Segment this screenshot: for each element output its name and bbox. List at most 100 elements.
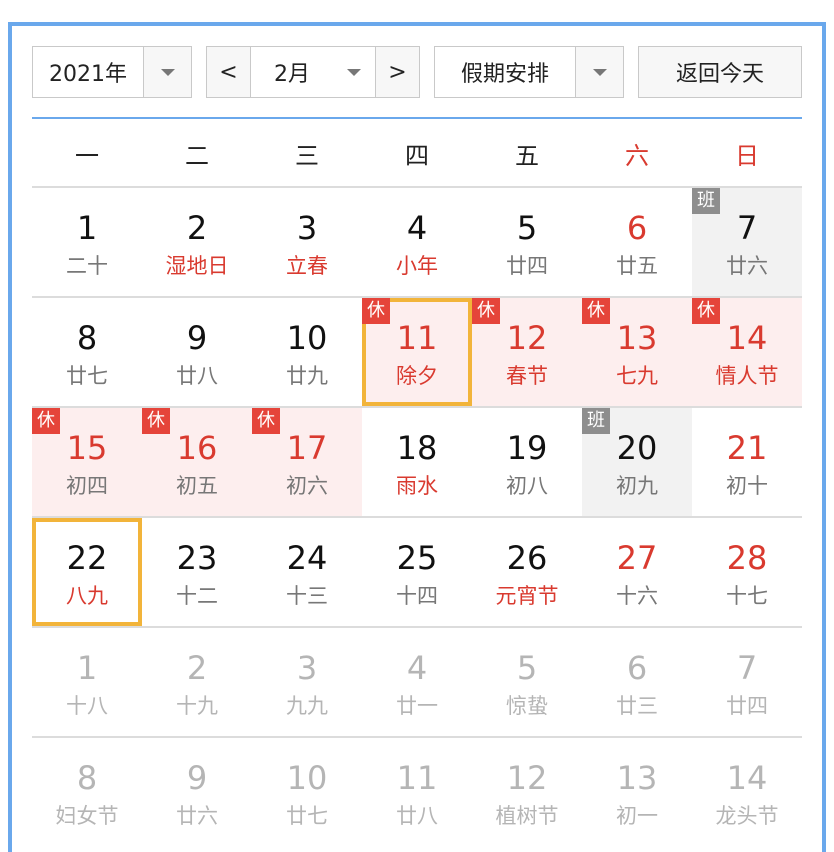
calendar-day-cell[interactable]: 11 廿八	[362, 738, 472, 846]
calendar-day-cell[interactable]: 休 14 情人节	[692, 298, 802, 406]
today-button[interactable]: 返回今天	[638, 46, 802, 98]
year-dropdown[interactable]	[143, 47, 191, 97]
calendar-day-cell[interactable]: 8 廿七	[32, 298, 142, 406]
year-value: 2021年	[49, 62, 127, 87]
lunar-label: 十四	[396, 584, 438, 608]
calendar-day-cell[interactable]: 14 龙头节	[692, 738, 802, 846]
lunar-label: 初九	[616, 474, 658, 498]
day-number: 4	[406, 209, 428, 247]
calendar-day-cell[interactable]: 10 廿七	[252, 738, 362, 846]
calendar-day-cell[interactable]: 休 13 七九	[582, 298, 692, 406]
holiday-select[interactable]: 假期安排	[434, 46, 624, 98]
calendar-day-cell[interactable]: 2 十九	[142, 628, 252, 736]
weekday-mon: 一	[75, 141, 99, 170]
day-number: 12	[506, 759, 548, 797]
calendar-day-cell[interactable]: 10 廿九	[252, 298, 362, 406]
calendar-day-cell[interactable]: 3 立春	[252, 188, 362, 296]
calendar-day-cell[interactable]: 4 小年	[362, 188, 472, 296]
calendar-day-cell[interactable]: 班 7 廿六	[692, 188, 802, 296]
day-number: 26	[506, 539, 548, 577]
calendar-day-cell[interactable]: 19 初八	[472, 408, 582, 516]
prev-month-button[interactable]: <	[207, 47, 251, 97]
day-number: 13	[616, 759, 658, 797]
day-number: 10	[286, 759, 328, 797]
calendar-day-cell[interactable]: 班 20 初九	[582, 408, 692, 516]
calendar-day-cell[interactable]: 23 十二	[142, 518, 252, 626]
day-number: 4	[406, 649, 428, 687]
holiday-select-value: 假期安排	[460, 62, 549, 87]
lunar-label: 廿三	[616, 694, 658, 718]
calendar-day-cell[interactable]: 13 初一	[582, 738, 692, 846]
day-number: 5	[516, 209, 538, 247]
next-month-button[interactable]: >	[375, 47, 419, 97]
calendar-day-cell[interactable]: 26 元宵节	[472, 518, 582, 626]
weekday-thu: 四	[405, 141, 429, 170]
calendar-day-cell[interactable]: 休 16 初五	[142, 408, 252, 516]
day-number: 8	[76, 759, 98, 797]
calendar-day-cell[interactable]: 9 廿六	[142, 738, 252, 846]
calendar-day-cell[interactable]: 休 17 初六	[252, 408, 362, 516]
lunar-label: 初六	[286, 474, 328, 498]
calendar-week-row: 22 八九 23 十二 24 十三 25 十四 26 元宵节 27 十六 28 十七	[32, 516, 802, 626]
lunar-label: 廿一	[396, 694, 438, 718]
calendar-day-cell[interactable]: 7 廿四	[692, 628, 802, 736]
weekday-fri: 五	[515, 141, 539, 170]
lunar-label: 除夕	[396, 364, 438, 388]
weekday-wed: 三	[295, 141, 319, 170]
calendar-week-row: 1 十八 2 十九 3 九九 4 廿一 5 惊蛰 6 廿三 7 廿四	[32, 626, 802, 736]
calendar-day-cell[interactable]: 6 廿三	[582, 628, 692, 736]
holiday-dropdown[interactable]	[575, 47, 623, 97]
calendar-day-cell[interactable]: 8 妇女节	[32, 738, 142, 846]
calendar-day-cell[interactable]: 5 廿四	[472, 188, 582, 296]
calendar-day-cell[interactable]: 27 十六	[582, 518, 692, 626]
lunar-label: 廿五	[616, 254, 658, 278]
calendar-day-cell[interactable]: 1 二十	[32, 188, 142, 296]
lunar-label: 十九	[176, 694, 218, 718]
calendar-day-cell[interactable]: 4 廿一	[362, 628, 472, 736]
calendar-day-cell[interactable]: 22 八九	[32, 518, 142, 626]
day-number: 13	[616, 319, 658, 357]
day-number: 9	[186, 759, 208, 797]
calendar-day-cell[interactable]: 休 11 除夕	[362, 298, 472, 406]
lunar-label: 八九	[66, 584, 108, 608]
calendar-day-cell[interactable]: 2 湿地日	[142, 188, 252, 296]
calendar-day-cell[interactable]: 休 15 初四	[32, 408, 142, 516]
calendar-day-cell[interactable]: 9 廿八	[142, 298, 252, 406]
calendar-day-cell[interactable]: 6 廿五	[582, 188, 692, 296]
calendar-day-cell[interactable]: 21 初十	[692, 408, 802, 516]
calendar-day-cell[interactable]: 5 惊蛰	[472, 628, 582, 736]
calendar-day-cell[interactable]: 18 雨水	[362, 408, 472, 516]
calendar-day-cell[interactable]: 休 12 春节	[472, 298, 582, 406]
lunar-label: 初十	[726, 474, 768, 498]
month-dropdown[interactable]	[333, 47, 375, 97]
lunar-label: 植树节	[495, 804, 559, 828]
lunar-label: 二十	[66, 254, 108, 278]
day-number: 11	[396, 319, 438, 357]
calendar-day-cell[interactable]: 1 十八	[32, 628, 142, 736]
lunar-label: 十八	[66, 694, 108, 718]
month-select[interactable]: < 2月 >	[206, 46, 420, 98]
lunar-label: 十三	[286, 584, 328, 608]
lunar-label: 廿九	[286, 364, 328, 388]
lunar-label: 湿地日	[165, 254, 229, 278]
calendar-week-row: 8 廿七 9 廿八 10 廿九休 11 除夕休 12 春节休 13 七九休 14 情人节	[32, 296, 802, 406]
weekday-sun: 日	[735, 141, 759, 170]
day-number: 16	[176, 429, 218, 467]
calendar-day-cell[interactable]: 25 十四	[362, 518, 472, 626]
calendar-day-cell[interactable]: 28 十七	[692, 518, 802, 626]
weekday-tue: 二	[185, 141, 209, 170]
lunar-label: 十二	[176, 584, 218, 608]
day-number: 7	[736, 649, 758, 687]
lunar-label: 初一	[616, 804, 658, 828]
header-divider	[32, 117, 802, 119]
day-number: 14	[726, 319, 768, 357]
calendar-day-cell[interactable]: 12 植树节	[472, 738, 582, 846]
lunar-label: 元宵节	[495, 584, 559, 608]
day-number: 15	[66, 429, 108, 467]
month-value: 2月	[251, 47, 333, 97]
lunar-label: 七九	[616, 364, 658, 388]
year-select[interactable]: 2021年	[32, 46, 192, 98]
day-number: 3	[296, 649, 318, 687]
calendar-day-cell[interactable]: 3 九九	[252, 628, 362, 736]
calendar-day-cell[interactable]: 24 十三	[252, 518, 362, 626]
